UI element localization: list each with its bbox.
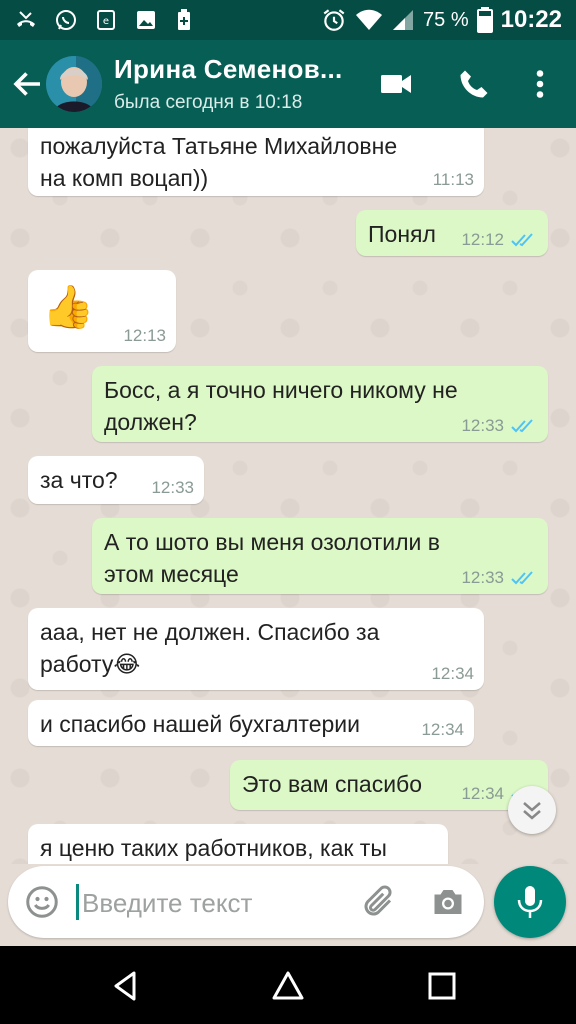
phone-icon[interactable] (456, 66, 492, 102)
last-seen: была сегодня в 10:18 (114, 92, 303, 113)
message-time: 12:34 (431, 664, 474, 683)
message-time: 11:13 (432, 170, 474, 189)
arrow-left-icon[interactable] (10, 66, 46, 102)
message-time: 12:34 (461, 784, 504, 803)
message-outgoing[interactable]: А то шото вы меня озолотили в этом месяц… (92, 518, 548, 594)
more-vertical-icon[interactable] (522, 66, 558, 102)
message-text: Босс, а я точно ничего никому не (104, 377, 458, 403)
status-bar: e 75 % 10:22 (0, 0, 576, 40)
alarm-icon (323, 9, 345, 31)
read-ticks-icon (511, 233, 533, 247)
message-text: пожалуйста Татьяне Михайловне (40, 133, 398, 159)
message-incoming[interactable]: 👍 12:13 (28, 270, 176, 352)
smiley-icon[interactable] (24, 884, 60, 920)
message-time: 12:34 (421, 720, 464, 739)
message-list[interactable]: пожалуйста Татьяне Михайловне на комп во… (0, 128, 576, 864)
message-text: работу😂 (40, 651, 141, 677)
avatar[interactable] (46, 56, 102, 112)
message-incoming[interactable]: пожалуйста Татьяне Михайловне на комп во… (28, 128, 484, 196)
scroll-down-button[interactable] (508, 786, 556, 834)
message-text: я ценю таких работников, как ты (40, 835, 387, 861)
message-outgoing[interactable]: Босс, а я точно ничего никому не должен?… (92, 366, 548, 442)
double-chevron-down-icon (523, 802, 541, 820)
message-time: 12:12 (461, 230, 504, 249)
video-camera-icon[interactable] (378, 66, 414, 102)
message-incoming[interactable]: я ценю таких работников, как ты (28, 824, 448, 864)
image-icon (137, 11, 155, 29)
back-triangle-icon[interactable] (108, 968, 144, 1004)
compose-bar (8, 866, 484, 938)
home-icon[interactable] (270, 968, 306, 1004)
message-outgoing[interactable]: Понял 12:12 (356, 210, 548, 256)
message-time: 12:33 (461, 568, 504, 587)
message-outgoing[interactable]: Это вам спасибо 12:34 (230, 760, 548, 810)
missed-call-icon (17, 11, 35, 27)
message-text: на комп воцап)) (40, 165, 209, 191)
system-nav-bar (0, 946, 576, 1024)
battery-icon (476, 7, 493, 33)
status-right: 75 % 10:22 (321, 0, 562, 40)
message-incoming[interactable]: и спасибо нашей бухгалтерии 12:34 (28, 700, 474, 746)
message-time: 12:33 (151, 478, 194, 497)
whatsapp-icon (56, 10, 76, 30)
message-text: ааа, нет не должен. Спасибо за (40, 619, 380, 645)
message-time: 12:13 (123, 326, 166, 345)
mic-button[interactable] (494, 866, 566, 938)
clock: 10:22 (500, 6, 562, 33)
message-incoming[interactable]: за что? 12:33 (28, 456, 204, 504)
message-text: А то шото вы меня озолотили в (104, 529, 441, 555)
signal-icon (393, 10, 414, 30)
text-cursor (76, 884, 79, 920)
microphone-icon (517, 886, 543, 918)
message-incoming[interactable]: ааа, нет не должен. Спасибо за работу😂 1… (28, 608, 484, 690)
contact-name[interactable]: Ирина Семенов... (114, 54, 343, 85)
battery-percent: 75 % (423, 8, 469, 31)
message-input[interactable] (82, 886, 342, 920)
camera-icon[interactable] (430, 884, 466, 920)
recents-icon[interactable] (424, 968, 460, 1004)
chat-header: Ирина Семенов... была сегодня в 10:18 (0, 40, 576, 128)
message-text: и спасибо нашей бухгалтерии (40, 711, 360, 737)
device-icon: e (97, 10, 115, 30)
paperclip-icon[interactable] (360, 884, 396, 920)
read-ticks-icon (511, 571, 533, 585)
svg-text:e: e (103, 16, 109, 27)
battery-saver-icon (178, 9, 190, 30)
read-ticks-icon (511, 419, 533, 433)
wifi-icon (356, 9, 383, 30)
message-time: 12:33 (461, 416, 504, 435)
